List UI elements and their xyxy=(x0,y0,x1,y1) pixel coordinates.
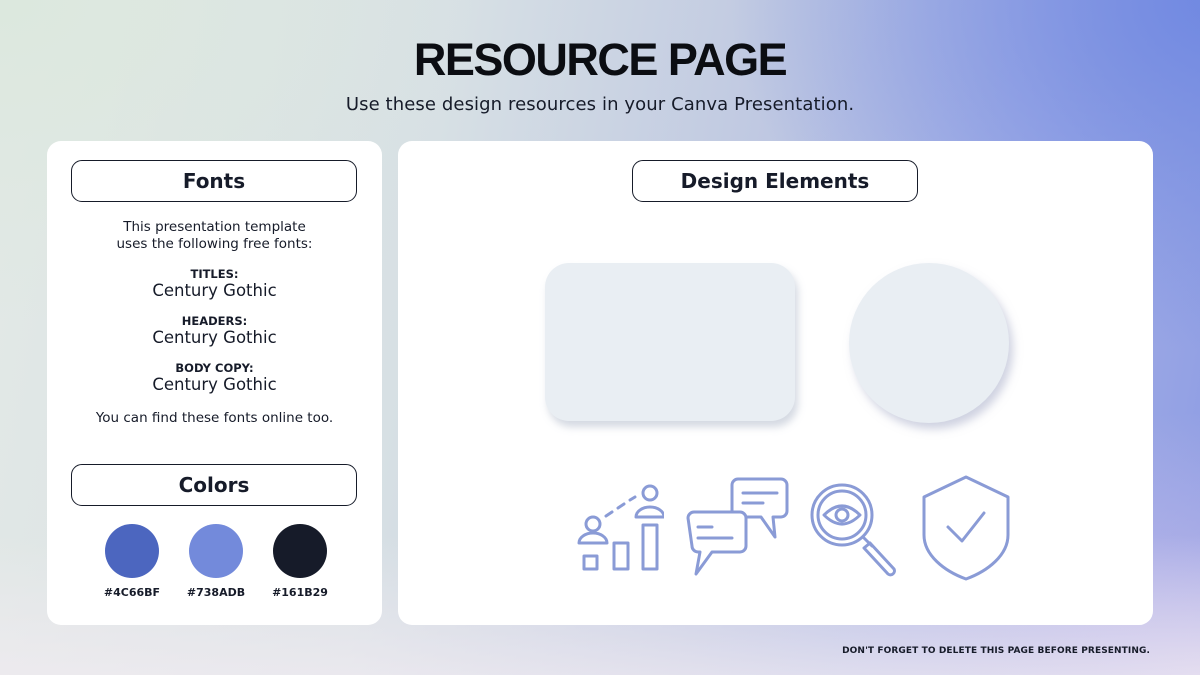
fonts-outro: You can find these fonts online too. xyxy=(95,410,334,426)
design-elements-heading: Design Elements xyxy=(632,160,918,202)
fonts-info: This presentation template uses the foll… xyxy=(47,219,382,426)
rounded-rectangle-element[interactable] xyxy=(545,263,795,421)
circle-element[interactable] xyxy=(849,263,1009,423)
color-swatches: #4C66BF #738ADB #161B29 xyxy=(47,524,382,604)
color-swatch: #738ADB xyxy=(176,524,256,599)
font-entry-body-copy: BODY COPY: Century Gothic xyxy=(47,361,382,395)
fonts-heading: Fonts xyxy=(71,160,357,202)
color-swatch: #161B29 xyxy=(260,524,340,599)
font-entry-name: Century Gothic xyxy=(152,281,277,300)
swatch-dot xyxy=(189,524,243,578)
color-swatch: #4C66BF xyxy=(92,524,172,599)
font-entry-label: HEADERS: xyxy=(181,314,248,328)
swatch-hex: #738ADB xyxy=(186,586,246,599)
fonts-intro-line-2: uses the following free fonts: xyxy=(116,236,313,252)
colors-heading: Colors xyxy=(71,464,357,506)
swatch-hex: #161B29 xyxy=(272,586,328,599)
page-subtitle: Use these design resources in your Canva… xyxy=(345,94,855,115)
font-entry-name: Century Gothic xyxy=(152,375,277,394)
chat-bubbles-icon[interactable] xyxy=(686,477,791,579)
magnifier-eye-icon[interactable] xyxy=(810,481,905,577)
font-entry-titles: TITLES: Century Gothic xyxy=(47,267,382,301)
growth-people-chart-icon[interactable] xyxy=(574,481,664,573)
swatch-dot xyxy=(273,524,327,578)
fonts-intro: This presentation template uses the foll… xyxy=(47,219,382,253)
font-entry-headers: HEADERS: Century Gothic xyxy=(47,314,382,348)
fonts-intro-line-1: This presentation template xyxy=(123,219,306,235)
swatch-hex: #4C66BF xyxy=(103,586,161,599)
swatch-dot xyxy=(105,524,159,578)
fonts-colors-panel: Fonts This presentation template uses th… xyxy=(47,141,382,625)
page-title: RESOURCE PAGE xyxy=(413,34,788,85)
font-entry-name: Century Gothic xyxy=(152,328,277,347)
font-entry-label: BODY COPY: xyxy=(175,361,254,375)
shield-check-icon[interactable] xyxy=(922,475,1010,581)
font-entry-label: TITLES: xyxy=(190,267,239,281)
design-elements-panel: Design Elements xyxy=(398,141,1153,625)
footer-note: DON'T FORGET TO DELETE THIS PAGE BEFORE … xyxy=(842,646,1150,656)
